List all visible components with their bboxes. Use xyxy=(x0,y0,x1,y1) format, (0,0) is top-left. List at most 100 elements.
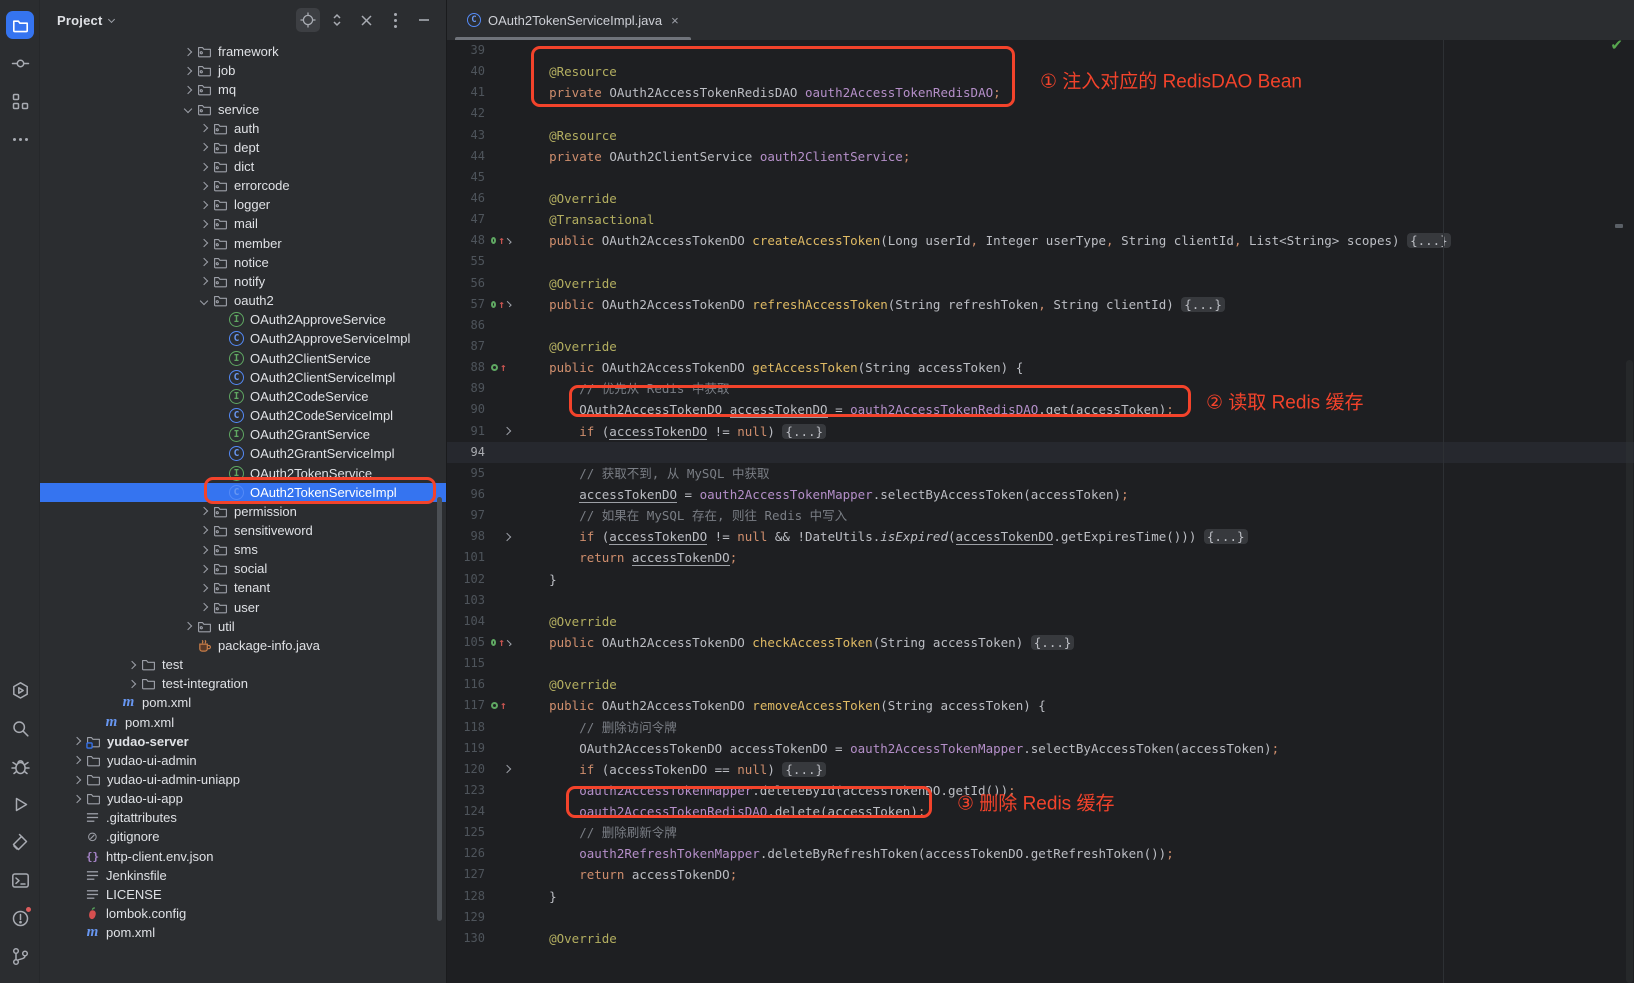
tab-close-icon[interactable]: × xyxy=(671,13,679,28)
tree-item-auth[interactable]: auth xyxy=(40,119,446,138)
activity-button-run[interactable] xyxy=(0,785,40,823)
fold-icon[interactable] xyxy=(505,301,511,307)
code-line-125[interactable]: 125// 删除刷新令牌 xyxy=(447,822,1634,843)
gutter[interactable] xyxy=(485,886,515,907)
gutter[interactable] xyxy=(485,209,515,230)
code-line-42[interactable]: 42 xyxy=(447,103,1634,124)
tree-item-oauth2approveservice[interactable]: IOAuth2ApproveService xyxy=(40,310,446,329)
gutter[interactable] xyxy=(485,590,515,611)
gutter[interactable] xyxy=(485,738,515,759)
code-line-130[interactable]: 130@Override xyxy=(447,928,1634,949)
tree-item-permission[interactable]: permission xyxy=(40,502,446,521)
code-line-46[interactable]: 46@Override xyxy=(447,188,1634,209)
tree-item-oauth2tokenserviceimpl[interactable]: COAuth2TokenServiceImpl xyxy=(40,483,446,502)
expand-chevron-icon[interactable] xyxy=(179,49,196,55)
gutter[interactable] xyxy=(485,759,515,780)
gutter[interactable] xyxy=(485,336,515,357)
gutter[interactable] xyxy=(485,421,515,442)
activity-button-build[interactable] xyxy=(0,823,40,861)
code-line-44[interactable]: 44private OAuth2ClientService oauth2Clie… xyxy=(447,146,1634,167)
folded-block[interactable]: {...} xyxy=(1204,529,1248,544)
gutter[interactable] xyxy=(485,378,515,399)
tree-item-service[interactable]: service xyxy=(40,99,446,118)
gutter[interactable] xyxy=(485,674,515,695)
activity-button-problems[interactable] xyxy=(0,899,40,937)
gutter[interactable] xyxy=(485,611,515,632)
fold-icon[interactable] xyxy=(503,427,511,435)
activity-button-structure[interactable] xyxy=(0,82,40,120)
code-line-55[interactable]: 55 xyxy=(447,251,1634,272)
tree-item-tenant[interactable]: tenant xyxy=(40,578,446,597)
gutter[interactable] xyxy=(485,125,515,146)
code-line-40[interactable]: 40@Resource xyxy=(447,61,1634,82)
tree-item-oauth2approveserviceimpl[interactable]: COAuth2ApproveServiceImpl xyxy=(40,329,446,348)
tree-item-job[interactable]: job xyxy=(40,61,446,80)
expand-chevron-icon[interactable] xyxy=(123,681,140,687)
inspections-ok-icon[interactable]: ✔ xyxy=(1610,36,1623,54)
gutter[interactable] xyxy=(485,547,515,568)
expand-chevron-icon[interactable] xyxy=(195,527,212,533)
expand-collapse-button[interactable] xyxy=(325,8,349,32)
activity-button-debug[interactable] xyxy=(0,747,40,785)
code-line-95[interactable]: 95// 获取不到, 从 MySQL 中获取 xyxy=(447,463,1634,484)
tree-item-lombok-config[interactable]: lombok.config xyxy=(40,904,446,923)
gutter[interactable] xyxy=(485,653,515,674)
activity-button-version-control[interactable] xyxy=(0,937,40,975)
code-line-94[interactable]: 94 xyxy=(447,442,1634,463)
gutter[interactable] xyxy=(485,167,515,188)
code-line-90[interactable]: 90OAuth2AccessTokenDO accessTokenDO = oa… xyxy=(447,399,1634,420)
tab-oauth2tokenserviceimpl[interactable]: C OAuth2TokenServiceImpl.java × xyxy=(455,0,691,40)
code-line-43[interactable]: 43@Resource xyxy=(447,125,1634,146)
gutter[interactable] xyxy=(485,801,515,822)
expand-chevron-icon[interactable] xyxy=(195,278,212,284)
tree-item-jenkinsfile[interactable]: Jenkinsfile xyxy=(40,866,446,885)
code-line-45[interactable]: 45 xyxy=(447,167,1634,188)
gutter[interactable] xyxy=(485,103,515,124)
expand-chevron-icon[interactable] xyxy=(179,623,196,629)
gutter[interactable] xyxy=(485,146,515,167)
gutter[interactable] xyxy=(485,822,515,843)
tree-item-test-integration[interactable]: test-integration xyxy=(40,674,446,693)
code-line-86[interactable]: 86 xyxy=(447,315,1634,336)
gutter[interactable] xyxy=(485,399,515,420)
gutter[interactable] xyxy=(485,907,515,928)
folded-block[interactable]: {...} xyxy=(1031,635,1075,650)
tree-item-util[interactable]: util xyxy=(40,617,446,636)
overrides-icon[interactable] xyxy=(491,364,498,371)
tree-item-oauth2codeserviceimpl[interactable]: COAuth2CodeServiceImpl xyxy=(40,406,446,425)
code-line-48[interactable]: 48↑public OAuth2AccessTokenDO createAcce… xyxy=(447,230,1634,251)
panel-options-button[interactable] xyxy=(383,8,407,32)
expand-chevron-icon[interactable] xyxy=(179,87,196,93)
expand-chevron-icon[interactable] xyxy=(68,738,85,744)
code-line-39[interactable]: 39 xyxy=(447,40,1634,61)
code-line-98[interactable]: 98if (accessTokenDO != null && !DateUtil… xyxy=(447,526,1634,547)
activity-button-search[interactable] xyxy=(0,709,40,747)
tree-item-oauth2grantserviceimpl[interactable]: COAuth2GrantServiceImpl xyxy=(40,444,446,463)
tree-item-dict[interactable]: dict xyxy=(40,157,446,176)
tree-item-social[interactable]: social xyxy=(40,559,446,578)
tree-item-member[interactable]: member xyxy=(40,234,446,253)
tree-item-license[interactable]: LICENSE xyxy=(40,885,446,904)
tree-item-oauth2clientserviceimpl[interactable]: COAuth2ClientServiceImpl xyxy=(40,368,446,387)
tree-item-yudao-ui-admin[interactable]: yudao-ui-admin xyxy=(40,751,446,770)
tree-item-mq[interactable]: mq xyxy=(40,80,446,99)
code-line-116[interactable]: 116@Override xyxy=(447,674,1634,695)
tree-item-oauth2clientservice[interactable]: IOAuth2ClientService xyxy=(40,349,446,368)
code-line-127[interactable]: 127return accessTokenDO; xyxy=(447,864,1634,885)
tree-item-errorcode[interactable]: errorcode xyxy=(40,176,446,195)
activity-button-more[interactable] xyxy=(0,120,40,158)
expand-chevron-icon[interactable] xyxy=(195,259,212,265)
gutter[interactable]: ↑ xyxy=(485,294,515,315)
code-line-105[interactable]: 105↑public OAuth2AccessTokenDO checkAcce… xyxy=(447,632,1634,653)
folded-block[interactable]: {...} xyxy=(1407,233,1451,248)
tree-item--gitattributes[interactable]: .gitattributes xyxy=(40,808,446,827)
gutter[interactable] xyxy=(485,188,515,209)
expand-chevron-icon[interactable] xyxy=(195,144,212,150)
code-line-115[interactable]: 115 xyxy=(447,653,1634,674)
gutter[interactable] xyxy=(485,82,515,103)
expand-chevron-icon[interactable] xyxy=(68,777,85,783)
expand-chevron-icon[interactable] xyxy=(123,662,140,668)
overrides-icon[interactable] xyxy=(491,237,496,244)
tree-item-notify[interactable]: notify xyxy=(40,272,446,291)
expand-chevron-icon[interactable] xyxy=(179,106,196,112)
